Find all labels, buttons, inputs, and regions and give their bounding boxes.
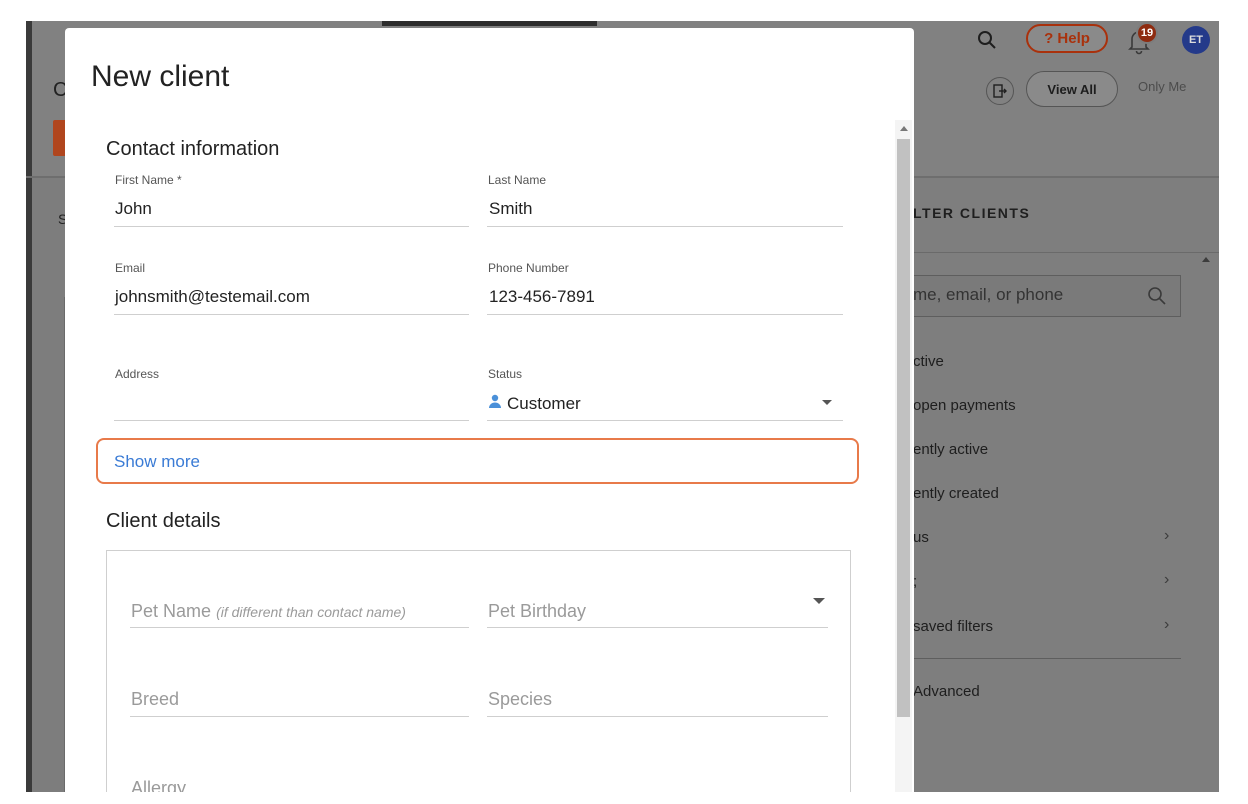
filter-item[interactable]: open payments [913, 397, 1016, 414]
new-client-modal: New client Contact information First Nam… [65, 28, 914, 792]
help-button[interactable]: ? Help [1026, 24, 1108, 53]
top-bar-strip [382, 21, 597, 26]
breed-underline [130, 716, 469, 717]
pet-birthday-field[interactable]: Pet Birthday [488, 601, 586, 622]
only-me-toggle[interactable]: Only Me [1138, 79, 1186, 94]
pet-name-underline [130, 627, 469, 628]
notification-badge: 19 [1136, 22, 1158, 44]
filter-advanced[interactable]: Advanced [913, 683, 980, 700]
email-underline [114, 314, 469, 315]
show-more-link[interactable]: Show more [114, 452, 200, 472]
phone-underline [487, 314, 843, 315]
scroll-up-arrow[interactable] [900, 126, 908, 131]
last-name-underline [487, 226, 843, 227]
last-name-field[interactable]: Smith [489, 199, 532, 219]
status-underline [487, 420, 843, 421]
modal-title: New client [91, 60, 230, 93]
address-label: Address [115, 367, 160, 381]
filter-item[interactable]: ently active [913, 441, 988, 458]
modal-scrollbar-thumb[interactable] [897, 139, 910, 717]
breed-field[interactable]: Breed [131, 689, 179, 710]
phone-number-label: Phone Number [488, 261, 569, 275]
status-label: Status [488, 367, 523, 381]
filter-divider [890, 252, 1219, 253]
avatar[interactable]: ET [1182, 26, 1210, 54]
first-name-field[interactable]: John [115, 199, 152, 219]
export-button[interactable] [986, 77, 1014, 105]
export-icon [993, 84, 1007, 98]
filter-item[interactable]: ently created [913, 485, 999, 502]
chevron-right-icon: › [1164, 616, 1170, 633]
chevron-right-icon: › [1164, 571, 1170, 588]
contact-information-heading: Contact information [106, 138, 280, 160]
left-edge [26, 21, 32, 792]
address-underline [114, 420, 469, 421]
primary-button-edge[interactable] [53, 120, 65, 156]
filter-scroll-up-arrow[interactable] [1202, 257, 1210, 262]
last-name-label: Last Name [488, 173, 547, 187]
pet-name-field[interactable]: Pet Name (if different than contact name… [131, 601, 406, 622]
allergy-field[interactable]: Allergy [131, 778, 186, 792]
client-details-heading: Client details [106, 510, 221, 532]
filter-item[interactable]: saved filters [913, 618, 993, 635]
client-details-box [106, 550, 851, 792]
status-select[interactable]: Customer [507, 394, 581, 414]
filter-item[interactable]: us [913, 529, 929, 546]
pet-name-placeholder: Pet Name [131, 601, 212, 621]
person-icon [489, 394, 501, 408]
species-field[interactable]: Species [488, 689, 552, 710]
view-all-toggle[interactable]: View All [1026, 71, 1118, 107]
species-underline [487, 716, 828, 717]
filter-search-placeholder: me, email, or phone [913, 285, 1064, 304]
filter-item[interactable]: ctive [913, 353, 944, 370]
phone-number-field[interactable]: 123-456-7891 [489, 287, 595, 307]
chevron-down-icon[interactable] [813, 598, 825, 604]
filter-separator [913, 658, 1181, 659]
chevron-down-icon[interactable] [822, 400, 832, 405]
filter-panel-title: LTER CLIENTS [913, 205, 1031, 221]
search-icon[interactable] [1147, 286, 1167, 306]
show-more-highlight [96, 438, 859, 484]
pet-name-note: (if different than contact name) [216, 604, 406, 620]
first-name-label: First Name * [115, 173, 182, 187]
search-icon[interactable] [976, 29, 998, 51]
chevron-right-icon: › [1164, 527, 1170, 544]
first-name-underline [114, 226, 469, 227]
pet-birthday-underline [487, 627, 828, 628]
email-label: Email [115, 261, 146, 275]
email-field[interactable]: johnsmith@testemail.com [115, 287, 310, 307]
